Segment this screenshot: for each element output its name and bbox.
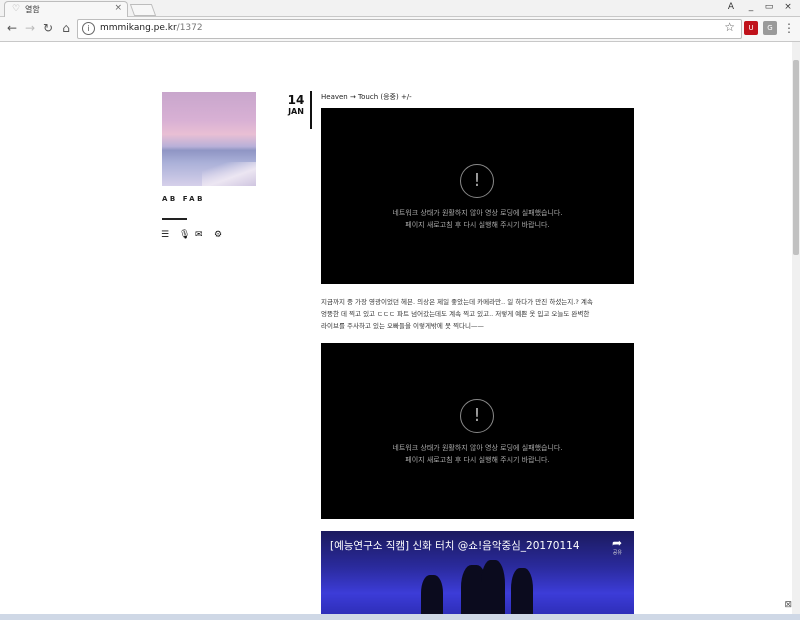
- post-day: 14: [287, 93, 305, 107]
- youtube-embed[interactable]: [예능연구소 직캠] 신화 터치 @쇼!음악중심_20170114 ➦ 공유: [321, 531, 634, 620]
- post-date: 14 JAN: [282, 94, 310, 117]
- profile-button[interactable]: A: [724, 0, 738, 14]
- reload-icon[interactable]: ↻: [40, 20, 56, 36]
- post-month: JAN: [288, 107, 304, 116]
- heart-icon: ♡: [12, 4, 21, 14]
- browser-toolbar: ← → ↻ ⌂ i mmmikang.pe.kr/1372 ☆ U G ⋮: [0, 17, 800, 42]
- page-content: AB FAB ☰ 🎙 ✉ ⚙ 14 JAN Heaven → Touch (응중…: [0, 42, 792, 620]
- tab-close-icon[interactable]: ×: [114, 3, 122, 13]
- warning-icon: !: [460, 164, 494, 198]
- back-arrow-icon[interactable]: ←: [4, 20, 20, 36]
- post-body: 지금까지 중 가장 영광이었던 헤븐. 의상은 제일 좋았는데 카메라만.. 일…: [321, 296, 634, 332]
- avatar-shore: [202, 162, 256, 186]
- forward-arrow-icon[interactable]: →: [22, 20, 38, 36]
- share-label[interactable]: 공유: [613, 549, 622, 556]
- video-player-1[interactable]: ! 네트워크 상태가 원활하지 않아 영상 로딩에 실패했습니다. 페이지 새로…: [321, 108, 634, 284]
- post-text-line: 엉뚱한 데 찍고 있고 ㄷㄷㄷ 파트 넘어갔는데도 계속 찍고 있고.. 저렇게…: [321, 310, 590, 318]
- new-tab-button[interactable]: [129, 4, 157, 16]
- post-title[interactable]: Heaven → Touch (응중) +/-: [321, 92, 412, 102]
- tab-strip: ♡ 열함 × A _ ▭ ×: [0, 0, 800, 17]
- blog-name[interactable]: AB FAB: [162, 195, 205, 203]
- info-icon[interactable]: i: [82, 22, 95, 35]
- scrollbar-thumb[interactable]: [793, 60, 799, 255]
- post-text-line: 지금까지 중 가장 영광이었던 헤븐. 의상은 제일 좋았는데 카메라만.. 일…: [321, 298, 593, 306]
- warning-icon: !: [460, 399, 494, 433]
- address-bar[interactable]: i mmmikang.pe.kr/1372 ☆: [77, 19, 742, 39]
- extension-gray-icon[interactable]: G: [763, 21, 777, 35]
- post-text-line: 라이브를 주사하고 있는 오빠들을 이렇게밖에 못 찍다니——: [321, 322, 484, 330]
- list-icon[interactable]: ☰: [161, 230, 169, 240]
- minimize-button[interactable]: _: [742, 0, 760, 14]
- browser-tab[interactable]: ♡ 열함 ×: [4, 1, 128, 17]
- performer-silhouette: [511, 568, 533, 620]
- blog-avatar[interactable]: [162, 92, 256, 186]
- url-host: mmmikang.pe.kr: [100, 23, 177, 33]
- video-error-hint: 페이지 새로고침 후 다시 실행해 주시기 바랍니다.: [405, 221, 550, 229]
- url-path: /1372: [176, 23, 203, 33]
- video-player-2[interactable]: ! 네트워크 상태가 원활하지 않아 영상 로딩에 실패했습니다. 페이지 새로…: [321, 343, 634, 519]
- extension-shield-icon[interactable]: U: [744, 21, 758, 35]
- youtube-title[interactable]: [예능연구소 직캠] 신화 터치 @쇼!음악중심_20170114: [330, 538, 580, 553]
- tab-title: 열함: [25, 5, 40, 14]
- performer-silhouette: [481, 560, 505, 620]
- close-window-button[interactable]: ×: [778, 0, 798, 14]
- os-taskbar: [0, 614, 800, 620]
- microphone-icon[interactable]: 🎙: [179, 230, 190, 240]
- restore-button[interactable]: ▭: [760, 0, 778, 14]
- gear-icon[interactable]: ⚙: [214, 230, 222, 240]
- video-error-hint: 페이지 새로고침 후 다시 실행해 주시기 바랍니다.: [405, 456, 550, 464]
- video-error-message: 네트워크 상태가 원활하지 않아 영상 로딩에 실패했습니다.: [392, 444, 563, 452]
- sidebar-divider: [162, 218, 187, 220]
- url-text[interactable]: mmmikang.pe.kr/1372: [100, 23, 203, 33]
- menu-icon[interactable]: ⋮: [781, 20, 797, 36]
- bookmark-star-icon[interactable]: ☆: [724, 20, 735, 34]
- date-divider: [310, 91, 312, 129]
- home-icon[interactable]: ⌂: [58, 20, 74, 36]
- bookmark-corner-icon[interactable]: ⊠: [784, 600, 792, 610]
- share-arrow-icon[interactable]: ➦: [612, 536, 622, 550]
- mail-icon[interactable]: ✉: [195, 230, 203, 240]
- video-error-message: 네트워크 상태가 원활하지 않아 영상 로딩에 실패했습니다.: [392, 209, 563, 217]
